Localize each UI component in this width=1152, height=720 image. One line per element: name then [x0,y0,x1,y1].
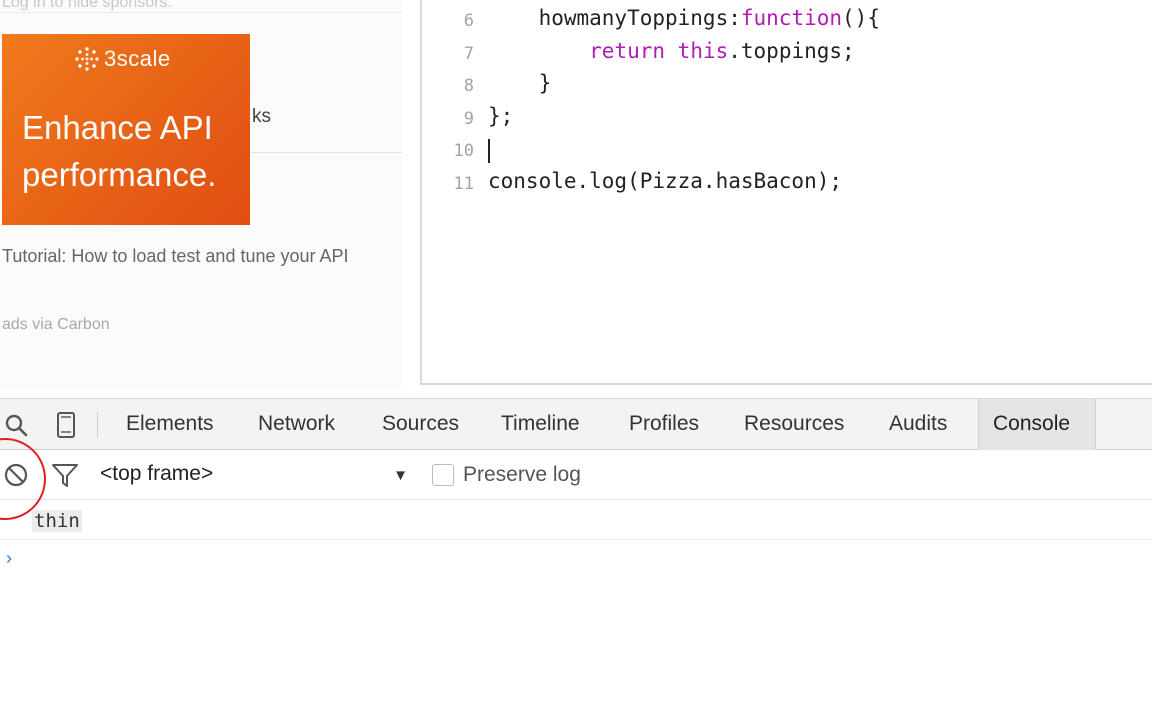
ad-headline: Enhance API performance. [22,109,217,193]
ad-caption-link[interactable]: Tutorial: How to load test and tune your… [2,244,382,269]
code-keyword: function [740,6,843,30]
tab-elements[interactable]: Elements [126,412,214,436]
preserve-log-label: Preserve log [463,463,581,486]
hide-sponsors-link[interactable]: Log in to hide sponsors. [2,0,172,12]
filter-icon[interactable] [51,461,79,489]
tab-audits[interactable]: Audits [889,412,947,436]
code-keyword: this [677,38,729,63]
3scale-logo-icon [75,47,99,71]
line-number: 10 [453,141,474,162]
code-text: console.log(Pizza.hasBacon); [488,169,842,193]
chevron-down-icon: ▼ [393,467,408,484]
code-keyword: return [589,38,666,63]
device-mode-icon[interactable] [52,411,80,439]
code-token: }; [488,103,514,128]
tab-console[interactable]: Console [978,399,1096,450]
tab-resources[interactable]: Resources [744,412,844,436]
code-line[interactable]: 8 } [422,69,1152,101]
code-text: return this.toppings; [488,39,855,63]
toolbar-separator [97,412,98,438]
search-icon[interactable] [2,411,30,439]
divider [0,12,402,13]
code-token: .toppings; [728,38,855,63]
code-line[interactable]: 10 [422,134,1152,166]
code-token: console.log(Pizza.hasBacon); [488,169,843,193]
code-line[interactable]: 9}; [422,102,1152,134]
sponsor-panel: Log in to hide sponsors. ks 3scale Enhan… [0,0,402,390]
code-token: howmanyToppings: [488,6,741,30]
preserve-log-checkbox[interactable] [432,464,454,486]
devtools-toolbar: Elements Network Sources Timeline Profil… [0,398,1152,450]
code-line[interactable]: 11 console.log(Pizza.hasBacon); [422,167,1152,199]
text-caret [488,139,490,164]
ad-logo: 3scale [74,44,171,74]
code-token: (){ [842,6,880,30]
tab-network[interactable]: Network [258,412,335,436]
code-line[interactable]: 7 return this.toppings; [422,37,1152,69]
tab-timeline[interactable]: Timeline [501,412,580,436]
context-select[interactable]: <top frame> ▼ [100,462,412,490]
line-number: 7 [463,43,474,64]
console-message: thin [0,502,1152,540]
code-text: } [488,71,552,96]
ad-logo-text: 3scale [104,46,171,71]
context-select-value: <top frame> [100,462,214,485]
tab-console-label: Console [993,412,1071,435]
code-line[interactable]: 6 howmanyToppings:function(){ [422,4,1152,36]
code-editor[interactable]: 6 howmanyToppings:function(){7 return th… [420,0,1152,385]
line-number: 8 [463,76,474,97]
ads-via-carbon-link[interactable]: ads via Carbon [2,316,110,334]
preserve-log-option[interactable]: Preserve log [432,463,581,487]
devtools-panel: Elements Network Sources Timeline Profil… [0,398,1152,720]
ad-banner[interactable]: 3scale Enhance API performance. [2,34,250,225]
code-token: } [488,71,552,96]
console-toolbar: <top frame> ▼ Preserve log [0,450,1152,500]
divider [250,152,402,153]
code-text: howmanyToppings:function(){ [488,6,880,30]
prompt-chevron-icon: › [6,548,12,568]
line-number: 11 [453,174,474,194]
console-prompt[interactable]: › [0,542,1152,576]
tab-profiles[interactable]: Profiles [629,412,699,436]
tab-sources[interactable]: Sources [382,412,459,436]
line-number: 6 [463,11,474,31]
console-message-text: thin [32,510,82,532]
code-text: }; [488,104,513,128]
line-number: 9 [463,108,474,129]
obscured-nav-link[interactable]: ks [252,106,271,128]
